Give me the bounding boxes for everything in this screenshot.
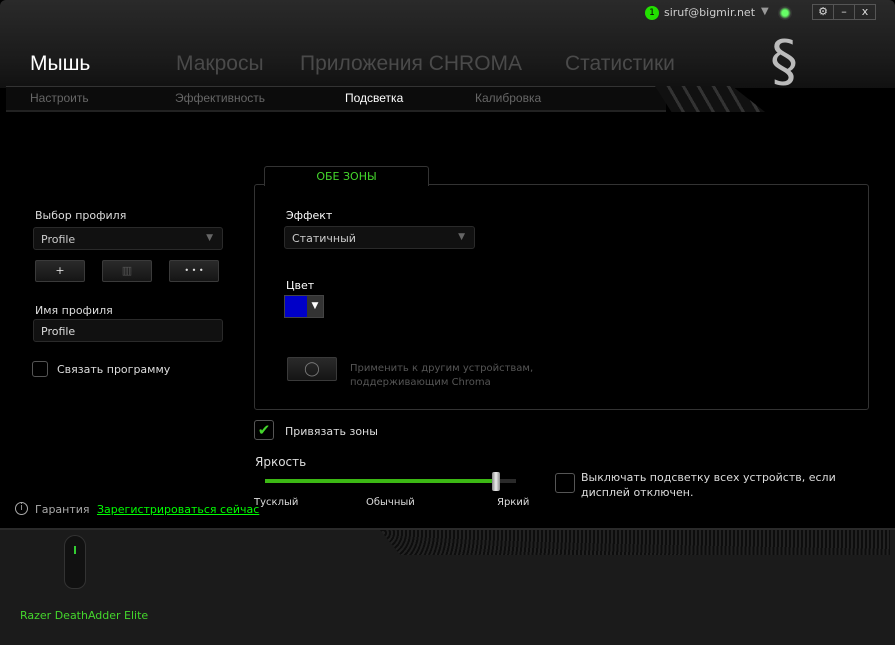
gear-icon[interactable]: ⚙ [813, 5, 833, 19]
brightness-label: Яркость [255, 455, 307, 469]
decorative-stripes [655, 86, 765, 112]
link-program-label: Связать программу [57, 363, 171, 376]
chevron-down-icon: ▼ [206, 233, 213, 243]
profile-select-label: Выбор профиля [35, 209, 127, 222]
notification-badge[interactable]: 1 [645, 6, 659, 20]
tab-macros[interactable]: Макросы [176, 52, 264, 76]
minimize-button[interactable]: – [833, 5, 854, 19]
subtab-calibration[interactable]: Калибровка [475, 91, 541, 105]
display-off-checkbox[interactable] [555, 473, 575, 493]
profile-selected: Profile [41, 233, 76, 246]
razer-logo-icon: § [770, 29, 798, 94]
tick-bright: Яркий [497, 497, 530, 508]
brightness-slider-thumb[interactable] [491, 472, 500, 491]
color-swatch[interactable] [285, 296, 307, 317]
tab-chroma-apps[interactable]: Приложения CHROMA [300, 52, 522, 76]
more-button[interactable]: • • • [169, 260, 219, 282]
effect-dropdown[interactable]: Статичный ▼ [284, 226, 475, 249]
effect-label: Эффект [286, 209, 333, 222]
apply-chroma-text: Применить к другим устройствам, поддержи… [350, 363, 534, 388]
sub-nav [6, 86, 666, 112]
bind-zones-label: Привязать зоны [285, 425, 378, 438]
close-button[interactable]: x [854, 5, 875, 19]
mouse-device-image[interactable] [64, 535, 86, 589]
color-picker[interactable]: ▼ [284, 295, 324, 318]
device-name[interactable]: Razer DeathAdder Elite [20, 609, 148, 622]
chevron-down-icon[interactable]: ▼ [307, 296, 323, 317]
profile-name-input[interactable]: Profile [33, 319, 223, 342]
add-profile-button[interactable]: + [35, 260, 85, 282]
brightness-slider-track[interactable] [265, 479, 516, 483]
tab-statistics[interactable]: Статистики [565, 52, 675, 76]
profile-name-label: Имя профиля [35, 304, 113, 317]
display-off-label: Выключать подсветку всех устройств, если… [581, 471, 836, 499]
info-icon: i [15, 502, 28, 515]
subtab-lighting[interactable]: Подсветка [345, 91, 403, 105]
status-icon[interactable] [778, 6, 792, 20]
warranty-label: Гарантия [35, 503, 90, 516]
link-program-checkbox[interactable] [32, 361, 48, 377]
account-name[interactable]: siruf@bigmir.net [664, 6, 755, 19]
tab-both-zones[interactable]: ОБЕ ЗОНЫ [264, 166, 429, 186]
decorative-pattern [380, 530, 890, 555]
register-link[interactable]: Зарегистрироваться сейчас [97, 503, 259, 516]
subtab-performance[interactable]: Эффективность [175, 91, 265, 105]
effect-selected: Статичный [292, 232, 356, 245]
tab-mouse[interactable]: Мышь [30, 52, 90, 76]
color-label: Цвет [286, 279, 315, 292]
apply-chroma-toggle[interactable]: ◯ [287, 357, 337, 381]
tick-dim: Тусклый [254, 497, 299, 508]
tick-normal: Обычный [366, 497, 415, 508]
bind-zones-checkbox[interactable]: ✔ [254, 420, 274, 440]
profile-dropdown[interactable]: Profile ▼ [33, 227, 223, 250]
chevron-down-icon: ▼ [458, 232, 465, 242]
account-dropdown-icon[interactable]: ▼ [761, 6, 769, 17]
trash-icon[interactable]: ▥ [102, 260, 152, 282]
subtab-customize[interactable]: Настроить [30, 91, 89, 105]
brightness-slider-fill [265, 479, 496, 483]
